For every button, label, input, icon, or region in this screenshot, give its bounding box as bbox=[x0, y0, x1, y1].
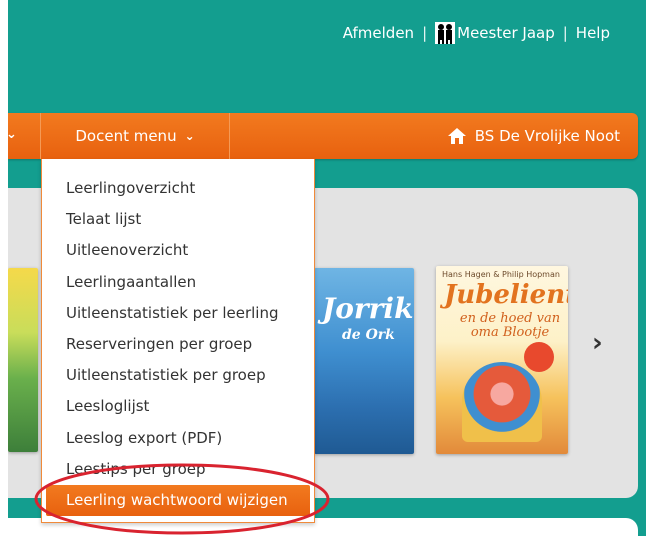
dropdown-item[interactable]: Leerlingoverzicht bbox=[42, 173, 314, 204]
chevron-down-icon: ⌄ bbox=[184, 129, 195, 143]
school-name: BS De Vrolijke Noot bbox=[474, 127, 620, 145]
dropdown-item[interactable]: Leestips per groep bbox=[42, 454, 314, 485]
dropdown-list: Leerlingoverzicht Telaat lijst Uitleenover… bbox=[42, 159, 314, 517]
dropdown-item[interactable]: Telaat lijst bbox=[42, 204, 314, 235]
logout-link[interactable]: Afmelden bbox=[343, 24, 414, 42]
dropdown-item[interactable]: Reserveringen per groep bbox=[42, 329, 314, 360]
app-frame: Afmelden | Meester Jaap | Help ⌄ Docent … bbox=[8, 0, 646, 536]
dropdown-item[interactable]: Leerling wachtwoord wijzigen bbox=[46, 484, 310, 517]
book-authors: Hans Hagen & Philip Hopman bbox=[442, 270, 560, 279]
dropdown-item[interactable]: Uitleenstatistiek per groep bbox=[42, 360, 314, 391]
dropdown-item[interactable]: Leeslog export (PDF) bbox=[42, 423, 314, 454]
docent-menu-label: Docent menu bbox=[75, 127, 177, 145]
book-cover-jubelientje[interactable]: Hans Hagen & Philip Hopman Jubelientje e… bbox=[436, 266, 568, 454]
book-cover[interactable] bbox=[8, 268, 38, 452]
book-title: Jubelientje bbox=[444, 280, 568, 310]
separator: | bbox=[422, 24, 428, 42]
award-badge bbox=[524, 342, 554, 372]
home-icon bbox=[447, 128, 466, 144]
chevron-right-icon[interactable]: › bbox=[592, 328, 603, 358]
help-link[interactable]: Help bbox=[576, 24, 610, 42]
book-subtitle: en de hoed van oma Blootje bbox=[459, 311, 561, 340]
docent-dropdown-menu: Leerlingoverzicht Telaat lijst Uitleenover… bbox=[41, 159, 315, 523]
dropdown-item[interactable]: Uitleenstatistiek per leerling bbox=[42, 298, 314, 329]
cover-illustration bbox=[462, 362, 542, 442]
book-cover-jorrik[interactable]: Jorrik de Ork bbox=[314, 268, 414, 454]
book-title: Jorrik de Ork bbox=[322, 295, 413, 348]
chevron-down-icon[interactable]: ⌄ bbox=[8, 127, 17, 142]
user-avatar-icon bbox=[435, 22, 456, 44]
top-bar: Afmelden | Meester Jaap | Help bbox=[343, 22, 610, 44]
user-name: Meester Jaap bbox=[457, 24, 555, 42]
docent-menu-button[interactable]: Docent menu ⌄ bbox=[41, 113, 230, 159]
user-profile[interactable]: Meester Jaap bbox=[435, 22, 555, 44]
book-subtitle: de Ork bbox=[342, 327, 395, 343]
main-nav: ⌄ Docent menu ⌄ BS De Vrolijke Noot bbox=[8, 113, 638, 159]
school-link[interactable]: BS De Vrolijke Noot bbox=[447, 113, 620, 159]
separator: | bbox=[562, 24, 568, 42]
dropdown-item[interactable]: Uitleenoverzicht bbox=[42, 235, 314, 266]
dropdown-item[interactable]: Leesloglijst bbox=[42, 391, 314, 422]
dropdown-item[interactable]: Leerlingaantallen bbox=[42, 267, 314, 298]
